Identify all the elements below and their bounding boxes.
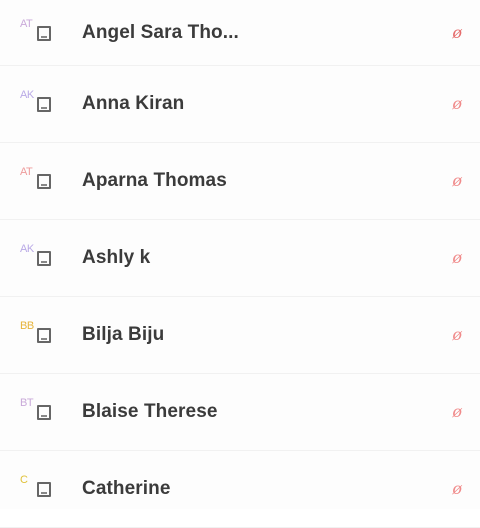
contact-list: AT Angel Sara Tho... ø AK Anna Kiran ø A… [0,0,480,528]
device-icon [37,328,51,343]
edit-icon[interactable]: ø [452,404,462,420]
avatar-initials: BB [20,320,34,332]
avatar: C [20,474,60,504]
contact-name: Blaise Therese [82,401,218,422]
avatar-initials: C [20,474,28,486]
avatar-initials: AT [20,17,33,30]
list-item[interactable]: BB Bilja Biju ø [0,297,480,374]
avatar: AT [20,18,60,48]
device-icon [37,405,51,420]
list-item[interactable]: BT Blaise Therese ø [0,374,480,451]
avatar: BT [20,397,60,427]
contact-name: Catherine [82,478,171,499]
avatar: AK [20,89,60,119]
device-icon [37,97,51,112]
contact-name: Bilja Biju [82,324,165,345]
list-item[interactable]: AT Aparna Thomas ø [0,143,480,220]
avatar: BB [20,320,60,350]
edit-icon[interactable]: ø [452,96,462,112]
avatar-initials: AT [20,166,33,178]
edit-icon[interactable]: ø [452,24,462,41]
list-item[interactable]: C Catherine ø [0,451,480,528]
edit-icon[interactable]: ø [452,250,462,266]
list-item[interactable]: AK Ashly k ø [0,220,480,297]
edit-icon[interactable]: ø [452,327,462,343]
device-icon [37,482,51,497]
edit-icon[interactable]: ø [452,481,462,497]
contact-name: Aparna Thomas [82,170,227,191]
contact-name: Angel Sara Tho... [82,21,239,43]
avatar-initials: BT [20,397,34,409]
device-icon [37,174,51,189]
device-icon [37,25,51,41]
list-item[interactable]: AT Angel Sara Tho... ø [0,0,480,66]
contact-name: Ashly k [82,247,151,268]
avatar-initials: AK [20,89,34,101]
list-item[interactable]: AK Anna Kiran ø [0,66,480,143]
edit-icon[interactable]: ø [452,173,462,189]
avatar: AK [20,243,60,273]
avatar-initials: AK [20,243,34,255]
device-icon [37,251,51,266]
avatar: AT [20,166,60,196]
contact-name: Anna Kiran [82,93,185,114]
